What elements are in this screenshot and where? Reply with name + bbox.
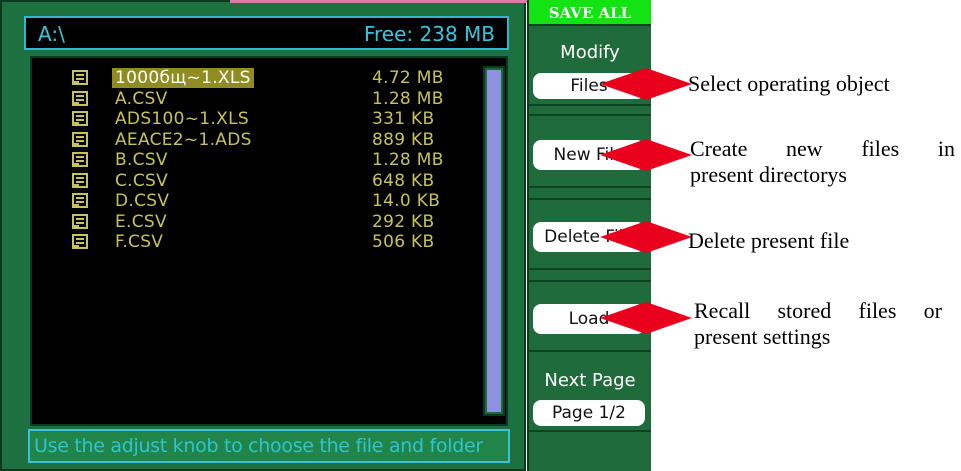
file-icon (72, 234, 90, 250)
file-row[interactable]: C.CSV 648 KB (72, 171, 452, 192)
file-size: 648 KB (372, 170, 435, 191)
recall-word: Recall (694, 298, 751, 323)
file-name: ADS100~1.XLS (115, 109, 249, 130)
menu-divider (529, 114, 651, 116)
file-row[interactable]: AEACE2~1.ADS 889 KB (72, 130, 452, 151)
file-size: 889 KB (372, 129, 435, 150)
file-icon (72, 131, 90, 148)
menu-divider (529, 186, 651, 188)
annotation-create-line2: present directorys (690, 162, 847, 187)
current-path: A:\ (38, 22, 65, 46)
new-word: new (786, 136, 823, 161)
menu-title: SAVE ALL (529, 0, 651, 24)
file-icon (72, 213, 90, 230)
file-row[interactable]: E.CSV 292 KB (72, 212, 452, 233)
file-size: 331 KB (372, 109, 435, 130)
menu-divider (529, 198, 651, 200)
stored-word: stored (777, 298, 832, 323)
menu-divider (529, 268, 651, 270)
arrow-icon (600, 302, 692, 334)
file-row[interactable]: 1000бщ~1.XLS 4.72 MB (72, 68, 452, 89)
file-name: B.CSV (115, 150, 168, 171)
next-page-label: Next Page (544, 370, 636, 391)
file-icon (72, 90, 90, 107)
file-name: 1000бщ~1.XLS (112, 68, 254, 89)
arrow-icon (600, 68, 692, 100)
status-bar: Use the adjust knob to choose the file a… (28, 429, 510, 463)
free-space: Free: 238 MB (363, 22, 495, 46)
annotation-recall-line2: present settings (694, 324, 831, 349)
files-word: files (858, 298, 897, 323)
file-row[interactable]: F.CSV 506 KB (72, 232, 452, 253)
file-size: 1.28 MB (372, 88, 444, 109)
scrollbar-thumb[interactable] (487, 70, 501, 412)
files-word: files (861, 136, 900, 161)
modify-label: Modify (560, 42, 620, 63)
file-size: 1.28 MB (372, 150, 444, 171)
menu-divider (529, 350, 651, 352)
file-list: 1000бщ~1.XLS 4.72 MB A.CSV 1.28 MB ADS100~1.… (72, 68, 452, 253)
annotation-select: Select operating object (688, 71, 890, 96)
device-screen: A:\ Free: 238 MB 1000бщ~1.XLS 4.72 MB A.CS… (0, 0, 526, 471)
annotation-delete: Delete present file (688, 228, 850, 253)
file-size: 292 KB (372, 211, 435, 232)
page-button[interactable]: Page 1/2 (533, 400, 645, 426)
file-name: C.CSV (115, 170, 169, 191)
annotation-recall-line1: Recall stored files or (694, 298, 942, 324)
divider (230, 0, 530, 3)
file-icon (72, 193, 90, 209)
or-word: or (923, 298, 942, 323)
menu-divider (529, 430, 651, 432)
in-word: in (937, 136, 955, 161)
file-row[interactable]: B.CSV 1.28 MB (72, 150, 452, 171)
file-row[interactable]: ADS100~1.XLS 331 KB (72, 109, 452, 130)
arrow-icon (600, 221, 692, 253)
arrow-icon (600, 139, 692, 171)
file-icon (72, 111, 90, 127)
file-name: F.CSV (115, 232, 164, 253)
file-size: 506 KB (372, 232, 435, 253)
file-size: 14.0 KB (372, 191, 441, 212)
file-row[interactable]: D.CSV 14.0 KB (72, 191, 452, 212)
file-icon (72, 172, 90, 189)
path-bar: A:\ Free: 238 MB (24, 16, 509, 50)
file-name: AEACE2~1.ADS (115, 129, 252, 150)
file-name: A.CSV (115, 88, 168, 109)
create-word: Create (690, 136, 748, 161)
file-name: E.CSV (115, 211, 167, 232)
file-row[interactable]: A.CSV 1.28 MB (72, 89, 452, 110)
menu-divider (529, 280, 651, 282)
file-icon (72, 70, 90, 86)
file-name: D.CSV (115, 191, 170, 212)
annotation-create-line1: Create new files in (690, 136, 955, 162)
scrollbar[interactable] (483, 66, 505, 416)
file-size: 4.72 MB (372, 68, 444, 89)
file-icon (72, 152, 90, 168)
annotation-recall: Recall stored files or present settings (694, 298, 942, 350)
file-browser: 1000бщ~1.XLS 4.72 MB A.CSV 1.28 MB ADS100~1.… (30, 56, 508, 426)
annotation-create: Create new files in present directorys (690, 136, 955, 188)
menu-divider (529, 104, 651, 106)
menu-divider (529, 24, 651, 26)
